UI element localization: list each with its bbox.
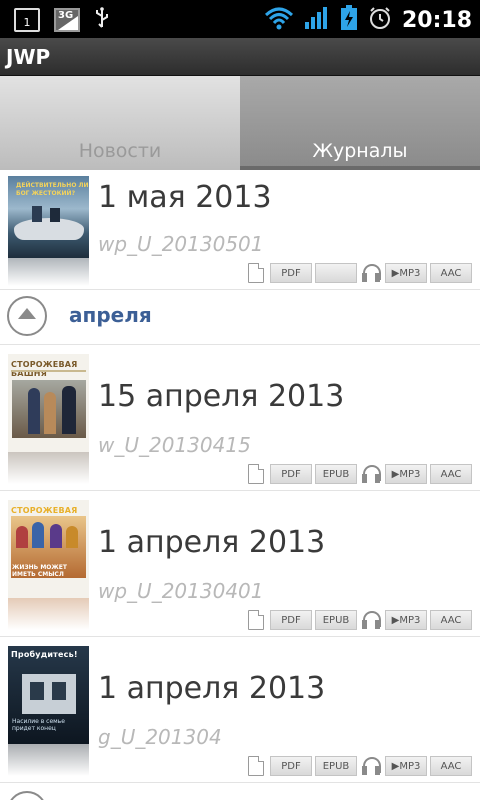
issue-title: 1 апреля 2013 (98, 525, 326, 560)
headphones-icon (361, 263, 381, 283)
issue-title: 15 апреля 2013 (98, 379, 345, 414)
cover-headline: ДЕЙСТВИТЕЛЬНО ЛИ (16, 182, 89, 189)
status-bar: 1 3G 20:18 (0, 0, 480, 38)
usb-icon (94, 7, 110, 33)
document-icon (248, 464, 264, 484)
aac-button[interactable]: AAC (430, 756, 472, 776)
document-icon (248, 263, 264, 283)
pdf-button[interactable]: PDF (270, 756, 312, 776)
cover-masthead: Пробудитесь! (11, 650, 78, 659)
aac-button[interactable]: AAC (430, 464, 472, 484)
cover-headline: БОГ ЖЕСТОКИЙ? (16, 190, 76, 197)
document-icon (248, 610, 264, 630)
epub-button[interactable]: EPUB (315, 756, 357, 776)
issue-title: 1 апреля 2013 (98, 671, 326, 706)
issue-title: 1 мая 2013 (98, 180, 272, 215)
signal-icon (304, 6, 330, 34)
month-section-header[interactable]: апреля (0, 290, 480, 345)
network-3g-icon: 3G (54, 8, 80, 32)
tab-news[interactable]: Новости (0, 76, 240, 170)
sim-icon: 1 (14, 8, 40, 32)
collapse-icon[interactable] (7, 791, 47, 800)
list-item[interactable]: СТОРОЖЕВАЯ БАШНЯ 15 апреля 2013 w_U_2013… (0, 345, 480, 491)
magazine-cover-image: Пробудитесь! Насилие в семье придет коне… (8, 646, 89, 776)
month-section-header[interactable] (0, 783, 480, 800)
headphones-icon (361, 756, 381, 776)
pdf-button[interactable]: PDF (270, 263, 312, 283)
mp3-button[interactable]: ▶MP3 (385, 756, 427, 776)
epub-button[interactable]: EPUB (315, 610, 357, 630)
issue-code: wp_U_20130501 (98, 232, 264, 256)
mp3-button[interactable]: ▶MP3 (385, 263, 427, 283)
sim-label: 1 (23, 16, 31, 29)
app-title-bar: JWP (0, 38, 480, 76)
aac-button[interactable]: AAC (430, 610, 472, 630)
month-label: апреля (69, 303, 152, 327)
tab-magazines-label: Журналы (312, 140, 408, 162)
cover-masthead: СТОРОЖЕВАЯ БАШНЯ (11, 360, 78, 378)
aac-button[interactable]: AAC (430, 263, 472, 283)
cover-headline: придет конец (12, 725, 56, 732)
mp3-button[interactable]: ▶MP3 (385, 464, 427, 484)
issue-code: g_U_201304 (98, 725, 222, 749)
pdf-button[interactable]: PDF (270, 464, 312, 484)
list-item[interactable]: Пробудитесь! Насилие в семье придет коне… (0, 637, 480, 783)
list-item[interactable]: ДЕЙСТВИТЕЛЬНО ЛИ БОГ ЖЕСТОКИЙ? 1 мая 201… (0, 170, 480, 290)
collapse-icon[interactable] (7, 296, 47, 336)
cover-headline: ЖИЗНЬ МОЖЕТ (12, 564, 67, 571)
magazine-cover-image: ДЕЙСТВИТЕЛЬНО ЛИ БОГ ЖЕСТОКИЙ? (8, 176, 89, 286)
issue-list[interactable]: ДЕЙСТВИТЕЛЬНО ЛИ БОГ ЖЕСТОКИЙ? 1 мая 201… (0, 170, 480, 800)
document-icon (248, 756, 264, 776)
alarm-icon (368, 6, 392, 34)
app-title: JWP (6, 45, 51, 69)
epub-button[interactable] (315, 263, 357, 283)
issue-code: w_U_20130415 (98, 433, 251, 457)
network-label: 3G (58, 10, 74, 21)
magazine-cover-image: СТОРОЖЕВАЯ БАШНЯ ЖИЗНЬ МОЖЕТ ИМЕТЬ СМЫСЛ (8, 500, 89, 630)
wifi-icon (264, 6, 294, 34)
issue-code: wp_U_20130401 (98, 579, 264, 603)
headphones-icon (361, 610, 381, 630)
cover-headline: Насилие в семье (12, 718, 65, 725)
mp3-button[interactable]: ▶MP3 (385, 610, 427, 630)
format-buttons: PDF ▶MP3 AAC (248, 263, 472, 283)
tab-news-label: Новости (78, 140, 162, 162)
tab-bar: Новости Журналы (0, 76, 480, 170)
format-buttons: PDF EPUB ▶MP3 AAC (248, 610, 472, 630)
format-buttons: PDF EPUB ▶MP3 AAC (248, 756, 472, 776)
format-buttons: PDF EPUB ▶MP3 AAC (248, 464, 472, 484)
tab-magazines[interactable]: Журналы (240, 76, 480, 170)
epub-button[interactable]: EPUB (315, 464, 357, 484)
pdf-button[interactable]: PDF (270, 610, 312, 630)
magazine-cover-image: СТОРОЖЕВАЯ БАШНЯ (8, 354, 89, 484)
cover-headline: ИМЕТЬ СМЫСЛ (12, 571, 64, 578)
list-item[interactable]: СТОРОЖЕВАЯ БАШНЯ ЖИЗНЬ МОЖЕТ ИМЕТЬ СМЫСЛ… (0, 491, 480, 637)
clock-time: 20:18 (401, 7, 472, 33)
battery-charging-icon (340, 5, 358, 35)
headphones-icon (361, 464, 381, 484)
